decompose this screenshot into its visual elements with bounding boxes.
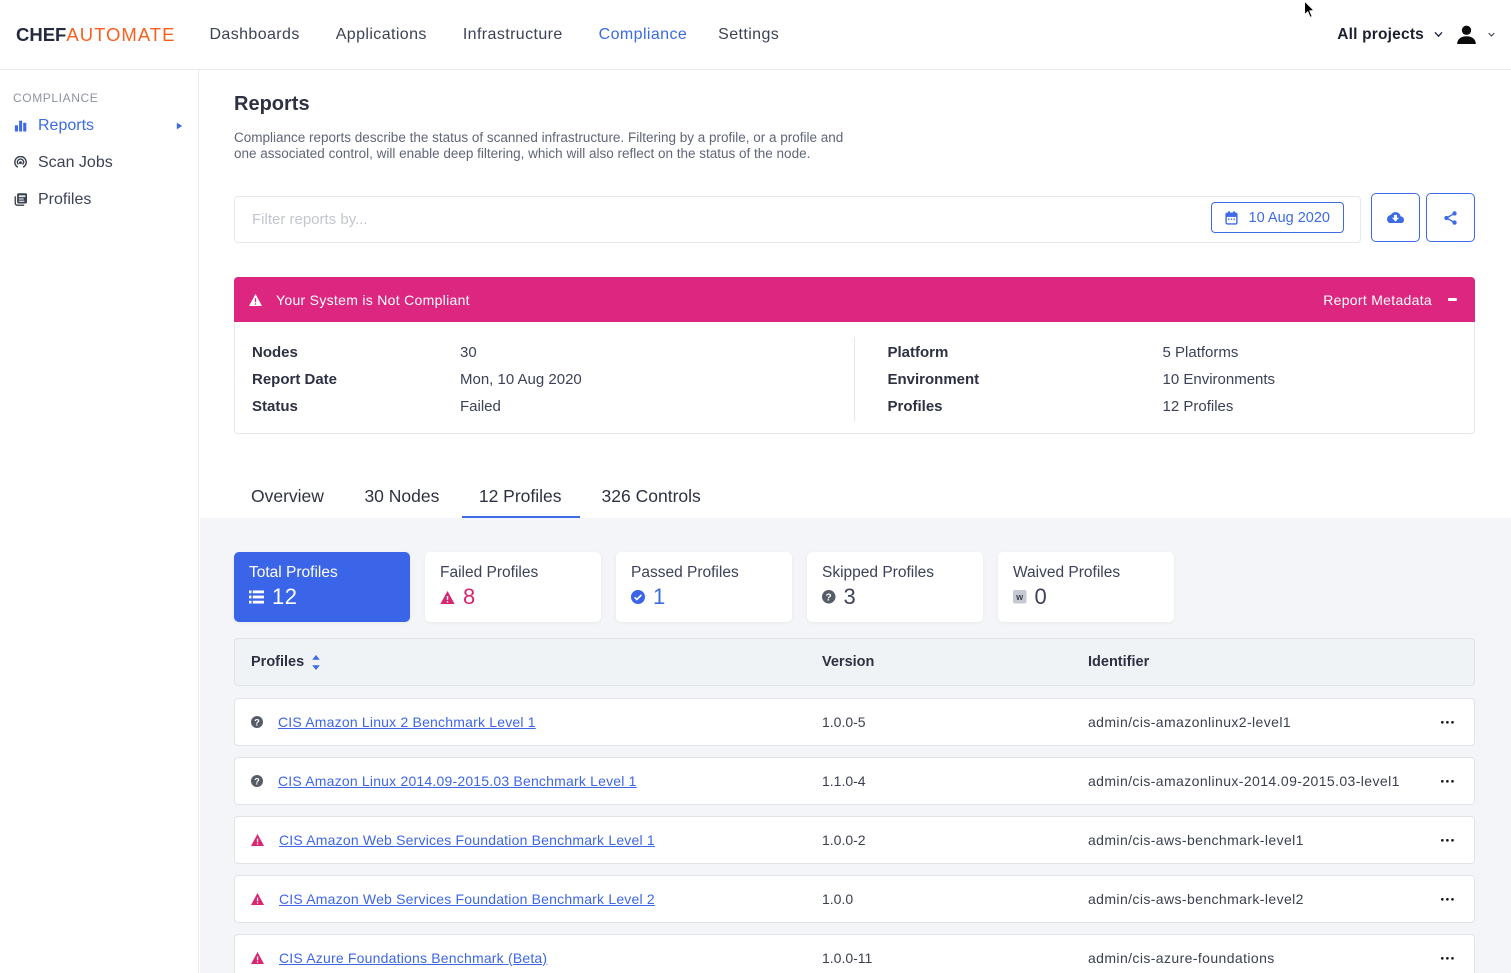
svg-text:?: ?	[254, 776, 260, 786]
svg-text:?: ?	[254, 717, 260, 727]
svg-text:?: ?	[826, 593, 832, 604]
svg-text:w: w	[1015, 592, 1024, 602]
